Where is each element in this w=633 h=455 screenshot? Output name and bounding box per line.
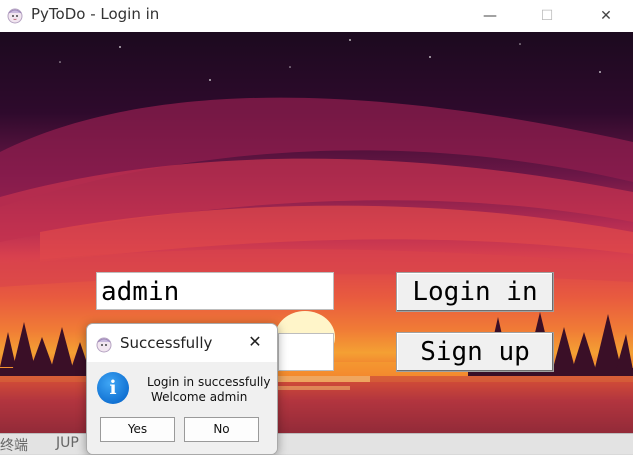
login-button[interactable]: Login in (396, 272, 554, 312)
dialog-title: Successfully (120, 334, 213, 352)
message-dialog: Successfully ✕ i Login in successfully W… (86, 323, 278, 455)
no-button[interactable]: No (184, 417, 259, 442)
dialog-message-line2: Welcome admin (151, 390, 248, 404)
close-button[interactable]: ✕ (583, 0, 629, 32)
background-text-terminal: 终端 (0, 438, 28, 454)
app-logo-icon (7, 8, 23, 24)
dialog-message-line1: Login in successfully (147, 375, 271, 389)
window-title: PyToDo - Login in (31, 5, 160, 23)
maximize-button[interactable]: ☐ (524, 0, 570, 32)
dialog-close-button[interactable]: ✕ (245, 332, 265, 352)
info-icon: i (97, 372, 129, 404)
yes-button[interactable]: Yes (100, 417, 175, 442)
dialog-title-bar[interactable]: Successfully ✕ (87, 324, 277, 362)
background-text-jup: JUP (56, 435, 79, 451)
app-logo-icon (96, 337, 112, 353)
title-bar[interactable]: PyToDo - Login in — ☐ ✕ (0, 0, 633, 32)
username-input[interactable]: admin (96, 272, 334, 310)
signup-button[interactable]: Sign up (396, 332, 554, 372)
password-input[interactable] (278, 333, 334, 371)
minimize-button[interactable]: — (467, 0, 513, 32)
